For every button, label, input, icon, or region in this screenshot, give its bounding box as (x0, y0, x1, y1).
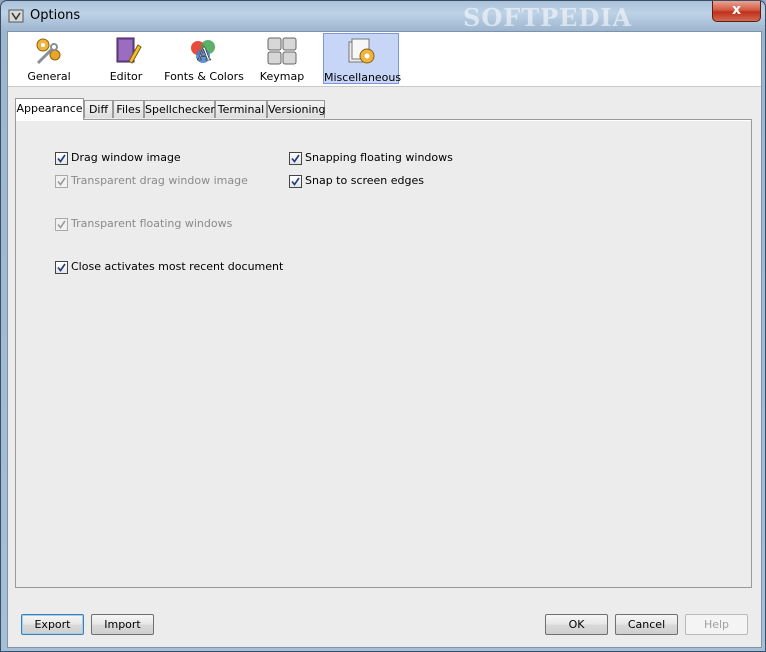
svg-text:A: A (197, 44, 212, 65)
category-label: Keymap (259, 70, 305, 83)
watermark: SOFTPEDIA (463, 3, 633, 32)
category-label: Fonts & Colors (164, 70, 244, 83)
category-fonts-colors[interactable]: A Fonts & Colors (164, 33, 244, 84)
font-palette-icon: A (191, 40, 215, 65)
appearance-panel: Drag window image Transparent drag windo… (15, 119, 752, 588)
close-icon: x (731, 2, 742, 18)
checkbox-box (55, 261, 68, 274)
dialog-client: General Editor A Fonts & Colors Keymap M… (7, 31, 762, 648)
book-pencil-icon (116, 37, 142, 64)
help-button[interactable]: Help (685, 614, 748, 635)
category-keymap[interactable]: Keymap (252, 33, 312, 84)
misc-gear-icon (348, 38, 375, 64)
checkbox-box (55, 152, 68, 165)
checkbox-box (289, 175, 302, 188)
checkbox-label: Drag window image (71, 151, 181, 164)
keyboard-icon (267, 37, 297, 65)
tab-files[interactable]: Files (113, 100, 144, 118)
tab-diff[interactable]: Diff (84, 100, 113, 118)
cancel-button[interactable]: Cancel (615, 614, 678, 635)
category-label: Editor (109, 70, 143, 83)
app-icon (8, 9, 24, 23)
checkbox-box (289, 152, 302, 165)
tab-spellchecker[interactable]: Spellchecker (144, 100, 215, 118)
checkbox-label: Close activates most recent document (71, 260, 284, 273)
options-window: Options SOFTPEDIA x General Editor A Fon… (0, 0, 766, 652)
checkbox-label: Snap to screen edges (305, 174, 425, 187)
ok-button[interactable]: OK (545, 614, 608, 635)
checkbox-box (55, 175, 68, 188)
category-label: General (27, 70, 71, 83)
window-title: Options (30, 8, 81, 23)
import-button[interactable]: Import (91, 614, 154, 635)
tab-versioning[interactable]: Versioning (267, 100, 325, 118)
close-button[interactable]: x (712, 1, 761, 22)
tab-terminal[interactable]: Terminal (215, 100, 267, 118)
export-button[interactable]: Export (21, 614, 84, 635)
category-editor[interactable]: Editor (94, 33, 158, 84)
checkbox-label: Snapping floating windows (305, 151, 453, 164)
checkbox-label: Transparent floating windows (71, 217, 233, 230)
title-bar[interactable]: Options SOFTPEDIA x (1, 1, 765, 32)
category-miscellaneous[interactable]: Miscellaneous (323, 33, 402, 84)
checkbox-box (55, 218, 68, 231)
checkbox-label: Transparent drag window image (71, 174, 248, 187)
category-label: Miscellaneous (324, 71, 402, 84)
gears-wrench-icon (36, 38, 61, 65)
category-general[interactable]: General (14, 33, 84, 84)
tab-appearance[interactable]: Appearance (15, 98, 84, 120)
category-toolbar: General Editor A Fonts & Colors Keymap M… (8, 32, 761, 87)
